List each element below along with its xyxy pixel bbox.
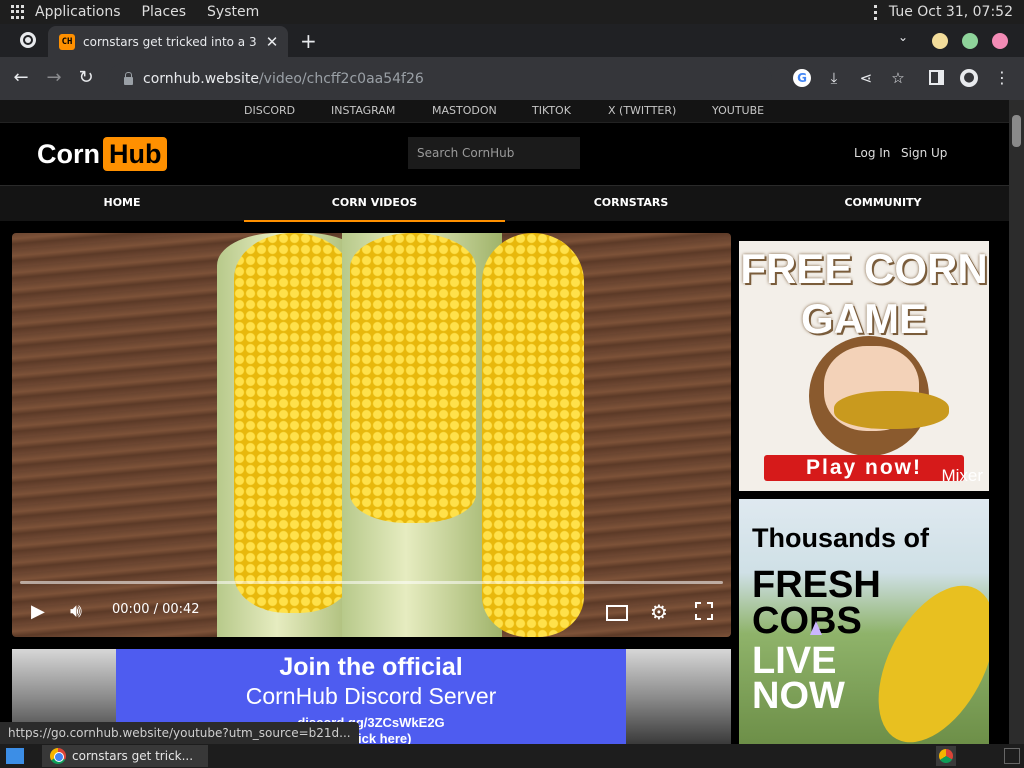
bookmark-star-icon[interactable]: ☆ <box>889 69 907 87</box>
gnome-top-panel: Applications Places System Tue Oct 31, 0… <box>0 0 1024 24</box>
clock[interactable]: Tue Oct 31, 07:52 <box>889 4 1013 20</box>
page-scrollbar[interactable] <box>1009 100 1024 744</box>
workspace-switcher-icon[interactable] <box>1004 748 1020 764</box>
social-link-tiktok[interactable]: TIKTOK <box>532 104 571 117</box>
close-window-button[interactable] <box>992 33 1008 49</box>
social-link-youtube[interactable]: YOUTUBE <box>712 104 764 117</box>
taskbar-chrome-window[interactable]: cornstars get trick... <box>42 745 208 767</box>
login-link[interactable]: Log In <box>854 146 890 160</box>
tab-close-icon[interactable]: ✕ <box>262 33 282 51</box>
new-tab-icon[interactable]: + <box>300 29 317 53</box>
volume-icon[interactable]: 🔊︎ <box>70 600 82 622</box>
logo-hub-text: Hub <box>103 137 168 171</box>
ad-fresh-cobs[interactable]: Thousands of FRESH COBS LIVE NOW <box>739 499 989 744</box>
ad2-line1: Thousands of <box>752 523 929 553</box>
taskbar-window-title: cornstars get trick... <box>72 749 194 763</box>
ad2-line3: COBS <box>752 600 862 642</box>
banner-subtitle: CornHub Discord Server <box>245 683 497 709</box>
menu-applications[interactable]: Applications <box>35 4 121 20</box>
panel-menu-icon[interactable] <box>873 4 877 20</box>
banner-title: Join the official <box>279 653 463 681</box>
site-logo[interactable]: Corn Hub <box>37 137 168 171</box>
show-desktop-icon[interactable] <box>6 748 24 764</box>
profile-avatar-icon[interactable]: ● <box>960 69 978 87</box>
cornhub-favicon-icon: CH <box>59 33 75 50</box>
chrome-icon <box>50 748 66 764</box>
chrome-menu-icon[interactable]: ⋮ <box>993 69 1011 87</box>
play-now-button[interactable]: Play now! <box>764 455 964 481</box>
google-lens-icon[interactable]: G <box>793 69 811 87</box>
mouse-cursor-icon <box>810 621 822 635</box>
nav-community[interactable]: COMMUNITY <box>757 186 1009 222</box>
menu-system[interactable]: System <box>207 4 259 20</box>
minimize-button[interactable] <box>932 33 948 49</box>
ad-free-corn-game[interactable]: FREE CORN GAME Play now! Mixer <box>739 241 989 491</box>
video-controls: ▶ 🔊︎ 00:00 / 00:42 ⚙ <box>12 593 731 637</box>
search-input[interactable] <box>408 137 580 169</box>
corn-cob-right <box>482 233 584 637</box>
status-url-tooltip: https://go.cornhub.website/youtube?utm_s… <box>0 722 359 744</box>
ad2-line5: NOW <box>752 675 845 717</box>
tab-search-chevron-icon[interactable]: ⌄ <box>898 30 908 44</box>
tab-active[interactable]: CH cornstars get tricked into a 3 ✕ <box>48 26 288 57</box>
social-links-bar: DISCORD INSTAGRAM MASTODON TIKTOK X (TWI… <box>0 100 1009 122</box>
chrome-icon[interactable] <box>20 32 36 48</box>
banner-photo-right <box>626 649 731 744</box>
settings-gear-icon[interactable]: ⚙ <box>650 600 668 624</box>
page-content: DISCORD INSTAGRAM MASTODON TIKTOK X (TWI… <box>0 100 1009 744</box>
address-bar[interactable]: cornhub.website /video/chcff2c0aa54f26 <box>108 63 772 95</box>
apps-grid-icon[interactable] <box>11 5 25 19</box>
fullscreen-icon[interactable] <box>695 602 713 620</box>
back-arrow-icon[interactable]: ← <box>10 67 32 88</box>
video-time: 00:00 / 00:42 <box>112 602 200 617</box>
taskbar: cornstars get trick... <box>0 744 1024 768</box>
corn-cob-image <box>834 391 949 429</box>
nav-cornstars[interactable]: CORNSTARS <box>505 186 757 222</box>
forward-arrow-icon[interactable]: → <box>43 67 65 88</box>
lock-icon[interactable] <box>124 72 133 85</box>
url-path: /video/chcff2c0aa54f26 <box>258 71 424 87</box>
site-header: Corn Hub Log In Sign Up <box>0 122 1009 185</box>
social-link-mastodon[interactable]: MASTODON <box>432 104 497 117</box>
signup-link[interactable]: Sign Up <box>901 146 947 160</box>
nav-home[interactable]: HOME <box>0 186 244 222</box>
video-progress-bar[interactable] <box>20 581 723 584</box>
tab-strip: CH cornstars get tricked into a 3 ✕ + ⌄ <box>0 24 1024 57</box>
scrollbar-thumb[interactable] <box>1012 115 1021 147</box>
picture-in-picture-icon[interactable] <box>606 605 628 621</box>
corn-cob-middle <box>350 233 476 523</box>
tray-chrome-icon[interactable] <box>936 746 956 766</box>
video-player[interactable]: ▶ 🔊︎ 00:00 / 00:42 ⚙ <box>12 233 731 637</box>
site-nav: HOME CORN VIDEOS CORNSTARS COMMUNITY <box>0 185 1009 222</box>
side-panel-icon[interactable] <box>929 70 944 85</box>
nav-corn-videos[interactable]: CORN VIDEOS <box>244 186 505 222</box>
social-link-discord[interactable]: DISCORD <box>244 104 295 117</box>
browser-toolbar: ← → ↻ cornhub.website /video/chcff2c0aa5… <box>0 57 1024 100</box>
play-icon[interactable]: ▶ <box>31 601 45 622</box>
social-link-x-twitter[interactable]: X (TWITTER) <box>608 104 676 117</box>
share-icon[interactable]: ⋖ <box>857 69 875 87</box>
corn-cob-left <box>234 233 352 613</box>
logo-corn-text: Corn <box>37 138 100 169</box>
install-app-icon[interactable]: ⤓ <box>825 69 843 87</box>
url-host: cornhub.website <box>143 71 259 87</box>
maximize-button[interactable] <box>962 33 978 49</box>
tab-title: cornstars get tricked into a 3 <box>83 34 257 49</box>
ad1-title-line1: FREE CORN <box>740 245 988 292</box>
menu-places[interactable]: Places <box>142 4 187 20</box>
reload-icon[interactable]: ↻ <box>75 67 97 88</box>
mixer-brand: Mixer <box>941 466 983 485</box>
ad1-title-line2: GAME <box>801 295 927 342</box>
social-link-instagram[interactable]: INSTAGRAM <box>331 104 395 117</box>
